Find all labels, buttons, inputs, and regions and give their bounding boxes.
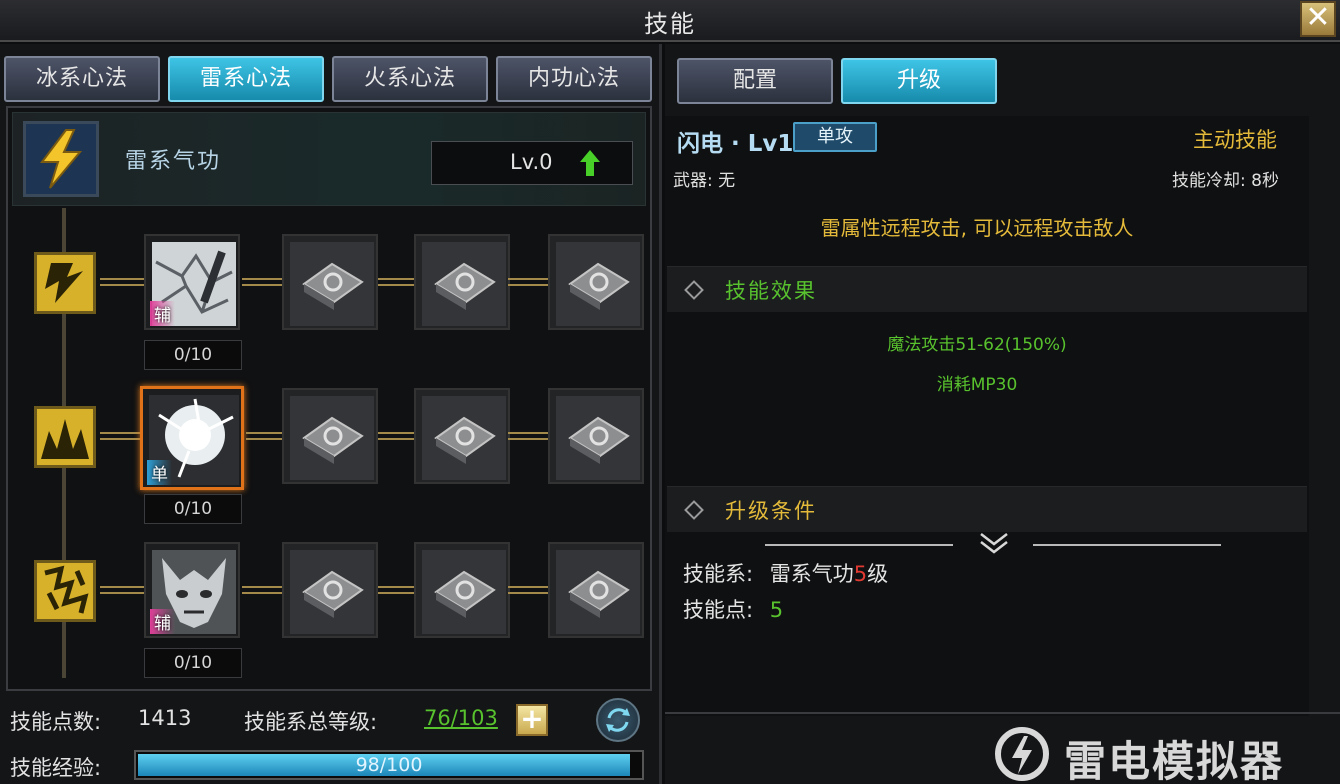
tree-link	[508, 432, 548, 440]
school-level: Lv.0	[510, 150, 553, 174]
skill-tag: 辅	[150, 301, 175, 326]
school-total-value[interactable]: 76/103	[424, 706, 498, 730]
requirement-points: 技能点: 5	[683, 594, 783, 624]
watermark-text: 雷电模拟器	[1064, 737, 1285, 784]
locked-skill-slot[interactable]	[414, 234, 510, 330]
locked-skill-slot[interactable]	[548, 234, 644, 330]
req-points-label: 技能点:	[683, 598, 754, 622]
tree-link	[508, 586, 548, 594]
tab-fire-school[interactable]: 火系心法	[332, 56, 488, 102]
refresh-icon[interactable]	[596, 698, 640, 742]
school-header: 雷系气功 Lv.0	[12, 112, 646, 206]
skill-cooldown: 技能冷却: 8秒	[1172, 171, 1279, 191]
skill-count: 0/10	[144, 494, 242, 524]
add-level-button[interactable]: +	[516, 704, 548, 736]
locked-tome-icon	[556, 396, 640, 480]
tab-upgrade[interactable]: 升级	[841, 58, 997, 104]
diamond-icon	[684, 500, 704, 520]
skill-exp-value: 98/100	[355, 754, 423, 776]
locked-tome-icon	[422, 550, 506, 634]
tree-link	[242, 278, 282, 286]
cracked-shield-icon[interactable]	[34, 560, 96, 622]
emulator-watermark: 雷电模拟器	[994, 722, 1324, 784]
tree-link	[378, 278, 414, 286]
school-total-label: 技能系总等级:	[244, 710, 378, 734]
skill-slot-2-selected[interactable]: 单	[140, 386, 244, 490]
tree-link	[246, 432, 282, 440]
requirement-school: 技能系: 雷系气功5级	[683, 558, 888, 588]
spike-burst-icon[interactable]	[34, 406, 96, 468]
requirement-section-title: 升级条件	[725, 499, 817, 523]
skill-exp-label: 技能经验:	[10, 756, 102, 780]
tree-link	[242, 586, 282, 594]
req-school-value: 雷系气功	[769, 562, 854, 586]
skill-count: 0/10	[144, 340, 242, 370]
locked-tome-icon	[290, 396, 374, 480]
chevron-down-icon[interactable]	[977, 530, 1011, 554]
locked-skill-slot[interactable]	[548, 542, 644, 638]
divider-line	[1033, 544, 1221, 546]
skill-detail: 闪电 · Lv1 单攻 主动技能 武器: 无 技能冷却: 8秒 雷属性远程攻击,…	[665, 116, 1309, 716]
locked-skill-slot[interactable]	[282, 388, 378, 484]
window-title: 技能	[644, 10, 696, 38]
locked-skill-slot[interactable]	[414, 542, 510, 638]
locked-skill-slot[interactable]	[282, 542, 378, 638]
school-level-box[interactable]: Lv.0	[431, 141, 633, 185]
skill-count: 0/10	[144, 648, 242, 678]
req-points-value: 5	[769, 598, 784, 622]
tree-link	[100, 278, 144, 286]
locked-tome-icon	[556, 242, 640, 326]
locked-tome-icon	[290, 242, 374, 326]
tree-link	[100, 586, 144, 594]
requirement-section-header: 升级条件	[667, 486, 1307, 532]
locked-tome-icon	[422, 396, 506, 480]
skill-slot-3[interactable]: 辅	[144, 542, 240, 638]
tree-link	[378, 586, 414, 594]
locked-skill-slot[interactable]	[548, 388, 644, 484]
tab-inner-school[interactable]: 内功心法	[496, 56, 652, 102]
skill-points-value: 1413	[138, 706, 192, 730]
school-name: 雷系气功	[125, 149, 222, 174]
effect-section-title: 技能效果	[725, 279, 817, 303]
diamond-icon	[684, 280, 704, 300]
effect-section-header: 技能效果	[667, 266, 1307, 312]
skill-description: 雷属性远程攻击, 可以远程攻击敌人	[820, 216, 1134, 240]
divider-line	[665, 712, 1340, 714]
up-arrow-icon[interactable]	[578, 148, 602, 178]
tree-link	[378, 432, 414, 440]
locked-tome-icon	[290, 550, 374, 634]
skill-kind: 主动技能	[1193, 128, 1277, 152]
tab-config[interactable]: 配置	[677, 58, 833, 104]
skill-tag: 辅	[150, 609, 175, 634]
skill-tree: 雷系气功 Lv.0 辅 0/10 单 0/10 辅 0/10	[6, 106, 652, 691]
emulator-logo-icon	[994, 726, 1050, 782]
lightning-icon	[23, 121, 99, 197]
close-button[interactable]: ✕	[1300, 1, 1336, 37]
skill-type-badge: 单攻	[793, 122, 877, 152]
locked-tome-icon	[556, 550, 640, 634]
tree-link	[100, 432, 140, 440]
tab-ice-school[interactable]: 冰系心法	[4, 56, 160, 102]
skill-weapon: 武器: 无	[673, 171, 736, 191]
effect-line: 魔法攻击51-62(150%)	[887, 335, 1067, 355]
req-school-level: 5	[853, 562, 868, 586]
lightning-bolt-icon[interactable]	[34, 252, 96, 314]
locked-skill-slot[interactable]	[414, 388, 510, 484]
skill-exp-bar: 98/100	[134, 750, 644, 780]
locked-tome-icon	[422, 242, 506, 326]
tab-thunder-school[interactable]: 雷系心法	[168, 56, 324, 102]
skill-tag: 单	[147, 460, 172, 485]
locked-skill-slot[interactable]	[282, 234, 378, 330]
skill-points-label: 技能点数:	[10, 710, 102, 734]
skill-detail-panel: 配置 升级 闪电 · Lv1 单攻 主动技能 武器: 无 技能冷却: 8秒 雷属…	[665, 44, 1340, 784]
skill-name: 闪电 · Lv1	[677, 131, 794, 157]
req-school-label: 技能系:	[683, 562, 754, 586]
skill-slot-1[interactable]: 辅	[144, 234, 240, 330]
req-school-suffix: 级	[867, 562, 889, 586]
title-bar: 技能 ✕	[0, 0, 1340, 42]
divider-line	[765, 544, 953, 546]
effect-line: 消耗MP30	[936, 375, 1018, 395]
skill-tree-panel: 冰系心法 雷系心法 火系心法 内功心法 雷系气功 Lv.0 辅 0/10 单 0…	[0, 44, 662, 784]
tree-link	[508, 278, 548, 286]
